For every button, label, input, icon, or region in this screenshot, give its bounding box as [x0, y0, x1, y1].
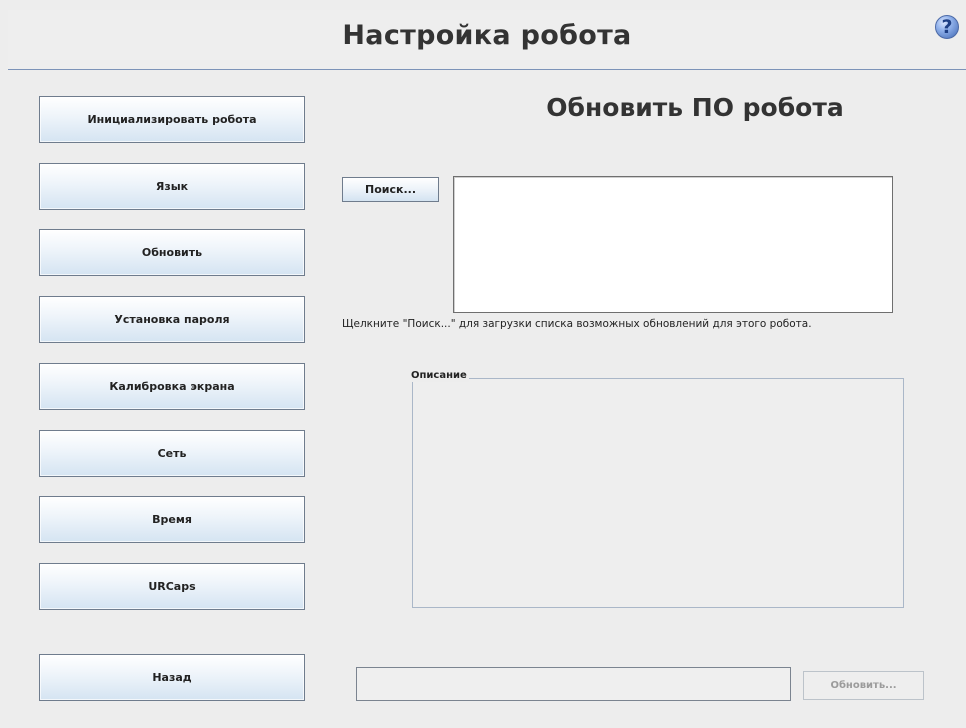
update-file-field[interactable]	[356, 667, 791, 701]
description-panel	[412, 378, 904, 608]
language-button[interactable]: Язык	[39, 163, 305, 210]
time-button[interactable]: Время	[39, 496, 305, 543]
urcaps-button[interactable]: URCaps	[39, 563, 305, 610]
updates-list[interactable]	[453, 176, 893, 313]
network-button[interactable]: Сеть	[39, 430, 305, 477]
update-menu-button[interactable]: Обновить	[39, 229, 305, 276]
back-button[interactable]: Назад	[39, 654, 305, 701]
robot-settings-window: Настройка робота ? Инициализировать робо…	[0, 0, 966, 728]
help-icon[interactable]: ?	[935, 15, 959, 39]
page-title: Настройка робота	[342, 20, 632, 51]
initialize-robot-button[interactable]: Инициализировать робота	[39, 96, 305, 143]
install-update-button[interactable]: Обновить...	[803, 671, 924, 700]
header: Настройка робота	[8, 10, 966, 70]
screen-calibration-button[interactable]: Калибровка экрана	[39, 363, 305, 410]
section-title: Обновить ПО робота	[546, 93, 844, 122]
search-button[interactable]: Поиск...	[342, 177, 439, 202]
description-label: Описание	[409, 370, 469, 382]
search-hint: Щелкните "Поиск..." для загрузки списка …	[342, 318, 812, 330]
password-setup-button[interactable]: Установка пароля	[39, 296, 305, 343]
